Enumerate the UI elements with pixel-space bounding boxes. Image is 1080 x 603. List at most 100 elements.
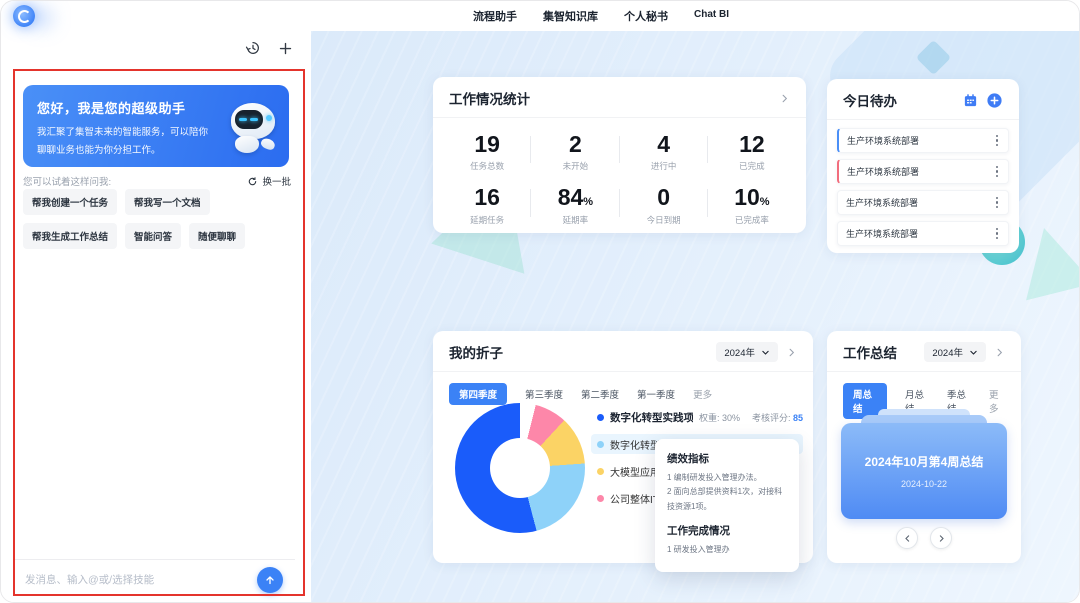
greeting-body: 我汇聚了集智未来的智能服务，可以陪你聊聊业务也能为你分担工作。 [37, 124, 215, 160]
today-todo-card: 今日待办 生产环境系统部署 [827, 79, 1019, 253]
stat-value: 16 [474, 184, 500, 210]
arrow-up-icon [264, 574, 276, 586]
robot-eye [239, 118, 247, 121]
chip-casual-chat[interactable]: 随便聊聊 [189, 223, 245, 249]
summary-slide-title: 2024年10月第4周总结 [865, 453, 984, 470]
kebab-menu-icon[interactable] [994, 133, 1001, 149]
new-chat-plus-icon[interactable] [277, 40, 293, 56]
stat-value: 84 [558, 184, 584, 210]
robot-head [231, 103, 275, 139]
stat-label: 已完成率 [708, 214, 796, 226]
chevron-left-icon [903, 534, 912, 543]
chevron-right-icon[interactable] [994, 347, 1005, 358]
stat-label: 进行中 [620, 160, 708, 172]
robot-body [235, 136, 259, 153]
year-select[interactable]: 2024年 [924, 342, 986, 362]
top-bar: 流程助手 集智知识库 个人秘书 Chat BI [1, 1, 1079, 31]
quarter-tabs: 第四季度 第三季度 第二季度 第一季度 更多 [433, 372, 813, 405]
stats-grid: 19 任务总数 2 未开始 4 进行中 12 已完成 16 延期任务 [433, 118, 806, 231]
chip-write-doc[interactable]: 帮我写一个文档 [125, 189, 210, 215]
robot-ear [266, 115, 272, 121]
tooltip-item: 1 编制研发投入管理办法。 [667, 471, 787, 485]
stat-value: 4 [657, 131, 670, 157]
stat-label: 未开始 [531, 160, 619, 172]
stat-value: 0 [657, 184, 670, 210]
summary-carousel [827, 527, 1021, 549]
today-todo-title: 今日待办 [843, 90, 897, 110]
legend-dot [597, 414, 604, 421]
summary-slide[interactable]: 2024年10月第4周总结 2024-10-22 [841, 423, 1007, 519]
stat-value: 2 [569, 131, 582, 157]
robot-eye [250, 118, 258, 121]
year-select-value: 2024年 [724, 345, 755, 359]
stat-due-today: 0 今日到期 [620, 177, 708, 230]
tab-q1[interactable]: 第一季度 [637, 383, 675, 405]
stat-label: 今日到期 [620, 214, 708, 226]
todo-item[interactable]: 生产环境系统部署 [837, 128, 1009, 153]
legend-dot [597, 441, 604, 448]
tab-q4[interactable]: 第四季度 [449, 383, 507, 405]
stat-delay-rate: 84% 延期率 [531, 177, 619, 230]
chevron-right-icon[interactable] [779, 93, 790, 104]
prev-button[interactable] [896, 527, 918, 549]
refresh-label: 换一批 [262, 174, 291, 188]
todo-item[interactable]: 生产环境系统部署 [837, 221, 1009, 246]
todo-item[interactable]: 生产环境系统部署 [837, 190, 1009, 215]
stat-completion-rate: 10% 已完成率 [708, 177, 796, 230]
todo-list: 生产环境系统部署 生产环境系统部署 生产环境系统部署 生产环境系统部署 [827, 120, 1019, 254]
quarter-donut-chart[interactable] [455, 403, 585, 533]
send-button[interactable] [257, 567, 283, 593]
tab-q3[interactable]: 第三季度 [525, 383, 563, 405]
next-button[interactable] [930, 527, 952, 549]
stat-delayed-tasks: 16 延期任务 [443, 177, 531, 230]
todo-item-label: 生产环境系统部署 [846, 196, 918, 209]
summary-slide-date: 2024-10-22 [901, 479, 947, 489]
my-folder-card: 我的折子 2024年 第四季度 第三季度 第二季度 [433, 331, 813, 563]
nav-item-process-assistant[interactable]: 流程助手 [473, 8, 517, 24]
chevron-down-icon [969, 348, 978, 357]
work-summary-title: 工作总结 [843, 342, 897, 362]
tooltip-item: 2 面向总部提供资料1次，对接科技资源1项。 [667, 485, 787, 514]
chip-generate-summary[interactable]: 帮我生成工作总结 [23, 223, 117, 249]
year-select[interactable]: 2024年 [716, 342, 778, 362]
kebab-menu-icon[interactable] [994, 195, 1001, 211]
calendar-icon[interactable] [963, 93, 978, 108]
legend-label: 数字化转型实践项目研发 [610, 410, 693, 425]
message-input-bar: 发消息、输入@或/选择技能 [15, 559, 295, 599]
app-logo-icon[interactable] [13, 5, 35, 27]
chip-smart-qa[interactable]: 智能问答 [125, 223, 181, 249]
legend-dot [597, 468, 604, 475]
work-stats-card: 工作情况统计 19 任务总数 2 未开始 4 进行中 [433, 77, 806, 233]
chip-create-task[interactable]: 帮我创建一个任务 [23, 189, 117, 215]
stat-label: 任务总数 [443, 160, 531, 172]
assistant-panel: 您好，我是您的超级助手 我汇聚了集智未来的智能服务，可以陪你聊聊业务也能为你分担… [1, 31, 311, 602]
stat-completed: 12 已完成 [708, 124, 796, 177]
work-stats-title: 工作情况统计 [449, 88, 530, 108]
top-nav: 流程助手 集智知识库 个人秘书 Chat BI [473, 1, 729, 31]
stat-value: 19 [474, 131, 500, 157]
my-folder-title: 我的折子 [449, 342, 503, 362]
nav-item-knowledge-base[interactable]: 集智知识库 [543, 8, 598, 24]
legend-item[interactable]: 数字化转型实践项目研发 权重: 30% 考核评分: 85 [597, 407, 803, 427]
kebab-menu-icon[interactable] [994, 226, 1001, 242]
my-folder-header: 我的折子 2024年 [433, 331, 813, 372]
refresh-icon [247, 176, 258, 187]
nav-item-chat-bi[interactable]: Chat BI [694, 9, 729, 20]
stat-unit: % [583, 196, 593, 208]
stat-value: 12 [739, 131, 765, 157]
legend-score-value: 85 [793, 413, 803, 423]
chevron-right-icon[interactable] [786, 347, 797, 358]
message-input[interactable]: 发消息、输入@或/选择技能 [15, 572, 257, 587]
stat-label: 延期率 [531, 214, 619, 226]
add-todo-button[interactable] [986, 92, 1003, 109]
suggestion-label: 您可以试着这样问我: [23, 174, 111, 188]
robot-arm [260, 137, 277, 152]
history-icon[interactable] [245, 40, 261, 56]
tab-q2[interactable]: 第二季度 [581, 383, 619, 405]
kpi-tooltip: 绩效指标 1 编制研发投入管理办法。 2 面向总部提供资料1次，对接科技资源1项… [655, 439, 799, 572]
refresh-suggestions-button[interactable]: 换一批 [247, 174, 291, 188]
kebab-menu-icon[interactable] [994, 164, 1001, 180]
todo-item[interactable]: 生产环境系统部署 [837, 159, 1009, 184]
tab-more[interactable]: 更多 [693, 383, 712, 405]
nav-item-personal-secretary[interactable]: 个人秘书 [624, 8, 668, 24]
